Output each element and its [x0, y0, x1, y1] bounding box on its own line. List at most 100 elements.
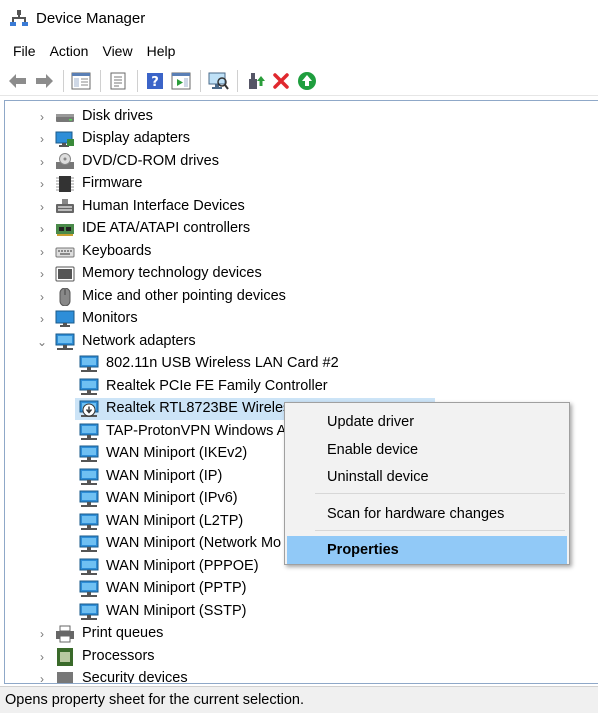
- tree-device-label: WAN Miniport (L2TP): [106, 513, 244, 529]
- chevron-right-icon[interactable]: ›: [37, 106, 47, 128]
- menu-file[interactable]: File: [6, 40, 43, 64]
- tree-category-label: DVD/CD-ROM drives: [82, 153, 219, 169]
- tree-category-label: Monitors: [82, 310, 138, 326]
- monitor-icon: [55, 310, 75, 328]
- chevron-right-icon[interactable]: ›: [37, 218, 47, 240]
- chevron-right-icon[interactable]: ›: [37, 128, 47, 150]
- title-bar: Device Manager: [0, 0, 598, 36]
- scan-hardware-icon[interactable]: [206, 69, 230, 93]
- tree-category-security-devices[interactable]: › Security devices: [5, 668, 595, 684]
- chevron-right-icon[interactable]: ›: [37, 151, 47, 173]
- svg-text:?: ?: [151, 75, 159, 90]
- menu-help[interactable]: Help: [140, 40, 183, 64]
- network-adapter-icon: [79, 513, 99, 531]
- tree-category-display-adapters[interactable]: › Display adapters: [5, 128, 595, 150]
- chevron-right-icon[interactable]: ›: [37, 646, 47, 668]
- tree-category-keyboards[interactable]: › Keyboards: [5, 241, 595, 263]
- tree-category-label: Processors: [82, 648, 155, 664]
- disabled-network-adapter-icon: [79, 400, 99, 418]
- enable-device-icon[interactable]: [295, 69, 319, 93]
- chevron-down-icon[interactable]: ⌄: [37, 331, 47, 353]
- tree-device-label: WAN Miniport (IKEv2): [106, 445, 248, 461]
- help-icon[interactable]: ?: [143, 69, 167, 93]
- processor-icon: [55, 648, 75, 666]
- chevron-right-icon[interactable]: ›: [37, 308, 47, 330]
- tree-device-label: 802.11n USB Wireless LAN Card #2: [106, 355, 339, 371]
- display-adapter-icon: [55, 130, 75, 148]
- disk-drive-icon: [55, 108, 75, 126]
- toolbar-separator: [200, 69, 201, 92]
- tree-category-print-queues[interactable]: › Print queues: [5, 623, 595, 645]
- context-menu: Update driver Enable device Uninstall de…: [284, 402, 570, 565]
- update-driver-icon[interactable]: [243, 69, 267, 93]
- chevron-right-icon[interactable]: ›: [37, 286, 47, 308]
- network-adapter-icon: [79, 580, 99, 598]
- firmware-icon: [55, 175, 75, 193]
- tree-category-label: Network adapters: [82, 333, 196, 349]
- chevron-right-icon[interactable]: ›: [37, 623, 47, 645]
- network-adapter-icon: [79, 468, 99, 486]
- tree-category-label: IDE ATA/ATAPI controllers: [82, 220, 251, 236]
- context-menu-separator: [315, 493, 565, 494]
- network-adapter-icon: [79, 535, 99, 553]
- show-hide-console-tree-icon[interactable]: [69, 69, 93, 93]
- menu-view[interactable]: View: [95, 40, 139, 64]
- printer-icon: [55, 625, 75, 643]
- tree-category-label: Display adapters: [82, 130, 190, 146]
- tree-device-row[interactable]: WAN Miniport (PPTP): [5, 578, 595, 600]
- device-tree[interactable]: › Disk drives › Display adapters › DVD/C…: [4, 100, 598, 684]
- tree-category-memory-technology-devices[interactable]: › Memory technology devices: [5, 263, 595, 285]
- tree-category-label: Human Interface Devices: [82, 198, 245, 214]
- tree-category-dvd-cd-rom-drives[interactable]: › DVD/CD-ROM drives: [5, 151, 595, 173]
- mouse-icon: [55, 287, 75, 307]
- security-device-icon: [55, 670, 75, 683]
- tree-category-network-adapters[interactable]: ⌄ Network adapters: [5, 331, 595, 353]
- context-menu-scan-hardware[interactable]: Scan for hardware changes: [287, 500, 567, 528]
- hid-icon: [55, 198, 75, 216]
- chevron-right-icon[interactable]: ›: [37, 173, 47, 195]
- tree-category-label: Keyboards: [82, 243, 152, 259]
- context-menu-enable-device[interactable]: Enable device: [287, 436, 567, 464]
- action-pane-icon[interactable]: [169, 69, 193, 93]
- tree-device-label: WAN Miniport (Network Mo: [106, 535, 282, 551]
- tree-category-mice-and-other-pointing-devices[interactable]: › Mice and other pointing devices: [5, 286, 595, 308]
- tree-device-label: TAP-ProtonVPN Windows Ad: [106, 423, 295, 439]
- forward-icon[interactable]: [32, 69, 56, 93]
- tree-device-label: WAN Miniport (IPv6): [106, 490, 238, 506]
- tree-category-label: Print queues: [82, 625, 164, 641]
- tree-category-monitors[interactable]: › Monitors: [5, 308, 595, 330]
- toolbar-separator: [100, 69, 101, 92]
- tree-category-ide-ata-atapi-controllers[interactable]: › IDE ATA/ATAPI controllers: [5, 218, 595, 240]
- menu-action[interactable]: Action: [43, 40, 96, 64]
- tree-category-label: Memory technology devices: [82, 265, 262, 281]
- tree-device-label: WAN Miniport (PPTP): [106, 580, 247, 596]
- uninstall-icon[interactable]: [269, 69, 293, 93]
- menu-bar: File Action View Help: [0, 40, 182, 64]
- tree-device-row[interactable]: Realtek PCIe FE Family Controller: [5, 376, 595, 398]
- dvd-drive-icon: [55, 153, 75, 171]
- chevron-right-icon[interactable]: ›: [37, 263, 47, 285]
- context-menu-update-driver[interactable]: Update driver: [287, 408, 567, 436]
- tree-category-label: Security devices: [82, 670, 188, 684]
- network-adapter-icon: [79, 423, 99, 441]
- back-icon[interactable]: [6, 69, 30, 93]
- tree-category-disk-drives[interactable]: › Disk drives: [5, 106, 595, 128]
- context-menu-uninstall-device[interactable]: Uninstall device: [287, 463, 567, 491]
- tree-category-firmware[interactable]: › Firmware: [5, 173, 595, 195]
- context-menu-separator: [315, 530, 565, 531]
- tree-category-label: Firmware: [82, 175, 143, 191]
- network-adapter-icon: [79, 490, 99, 508]
- chevron-right-icon[interactable]: ›: [37, 241, 47, 263]
- properties-icon[interactable]: [106, 69, 130, 93]
- tree-device-label: WAN Miniport (SSTP): [106, 603, 247, 619]
- tree-device-label: Realtek RTL8723BE Wireless: [106, 400, 298, 416]
- chevron-right-icon[interactable]: ›: [37, 668, 47, 683]
- tree-category-human-interface-devices[interactable]: › Human Interface Devices: [5, 196, 595, 218]
- context-menu-properties[interactable]: Properties: [287, 536, 567, 564]
- chevron-right-icon[interactable]: ›: [37, 196, 47, 218]
- tree-category-label: Mice and other pointing devices: [82, 288, 286, 304]
- tree-device-row[interactable]: WAN Miniport (SSTP): [5, 601, 595, 623]
- tree-category-processors[interactable]: › Processors: [5, 646, 595, 668]
- toolbar-separator: [63, 69, 64, 92]
- tree-device-row[interactable]: 802.11n USB Wireless LAN Card #2: [5, 353, 595, 375]
